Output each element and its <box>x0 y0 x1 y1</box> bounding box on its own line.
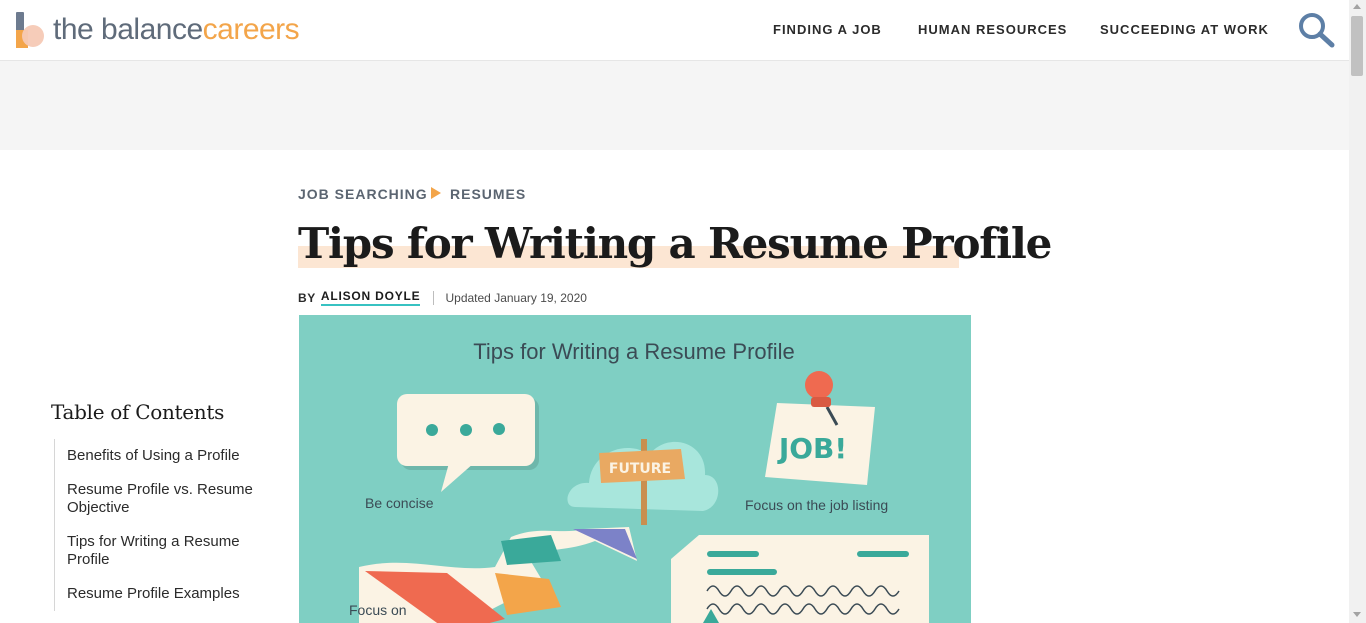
breadcrumb-arrow-icon <box>431 187 441 199</box>
note-text: JOB! <box>777 432 847 465</box>
site-header: the balancecareers FINDING A JOB HUMAN R… <box>0 0 1349 61</box>
site-logo[interactable]: the balancecareers <box>16 12 300 48</box>
nav-finding-a-job[interactable]: FINDING A JOB <box>773 22 882 37</box>
page-scrollbar[interactable] <box>1349 0 1366 623</box>
byline-divider <box>433 290 435 305</box>
byline: BY ALISON DOYLE Updated January 19, 2020 <box>298 289 587 306</box>
resume-document-icon <box>671 535 929 623</box>
nav-human-resources[interactable]: HUMAN RESOURCES <box>918 22 1067 37</box>
author-link[interactable]: ALISON DOYLE <box>320 289 421 306</box>
toc-item-tips[interactable]: Tips for Writing a Resume Profile <box>67 533 267 569</box>
nav-succeeding-at-work[interactable]: SUCCEEDING AT WORK <box>1100 22 1269 37</box>
breadcrumb-resumes[interactable]: RESUMES <box>450 186 526 202</box>
label-be-concise: Be concise <box>365 495 434 511</box>
logo-text: the balancecareers <box>53 12 300 48</box>
hero-title: Tips for Writing a Resume Profile <box>473 339 795 364</box>
sign-text: FUTURE <box>609 461 671 477</box>
toc-item-benefits[interactable]: Benefits of Using a Profile <box>67 447 267 465</box>
toc-item-profile-vs-objective[interactable]: Resume Profile vs. Resume Objective <box>67 481 267 517</box>
breadcrumb-job-searching[interactable]: JOB SEARCHING <box>298 186 428 202</box>
toc-item-examples[interactable]: Resume Profile Examples <box>67 585 267 603</box>
scroll-up-arrow-icon[interactable] <box>1353 4 1361 9</box>
byline-prefix: BY <box>298 290 316 305</box>
logo-text-primary: the balance <box>53 13 203 46</box>
logo-mark-icon <box>16 12 44 48</box>
page: the balancecareers FINDING A JOB HUMAN R… <box>0 0 1366 623</box>
toc-title: Table of Contents <box>51 400 225 424</box>
scroll-thumb[interactable] <box>1351 16 1363 76</box>
label-focus-on: Focus on <box>349 602 407 618</box>
article-title: Tips for Writing a Resume Profile <box>298 219 1052 268</box>
ad-banner <box>0 61 1349 150</box>
logo-text-accent: careers <box>202 13 300 46</box>
search-icon[interactable] <box>1297 11 1337 49</box>
updated-date: Updated January 19, 2020 <box>445 290 587 305</box>
toc-divider <box>54 439 55 611</box>
label-job-listing: Focus on the job listing <box>745 497 888 513</box>
scroll-down-arrow-icon[interactable] <box>1353 612 1361 617</box>
hero-illustration: Tips for Writing a Resume Profile Be con… <box>299 315 971 623</box>
